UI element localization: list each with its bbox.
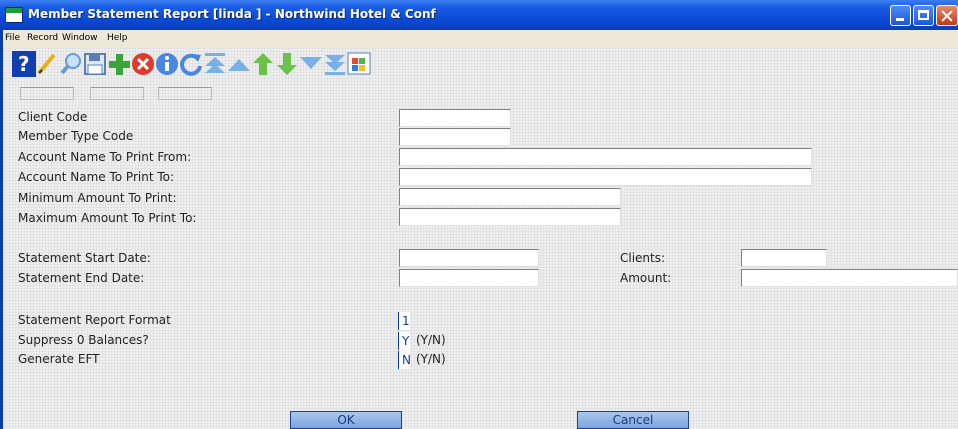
statement-start-date-label: Statement Start Date: — [18, 251, 151, 265]
member-type-code-label: Member Type Code — [18, 129, 134, 143]
generate-eft-field[interactable]: N — [398, 351, 411, 369]
maximize-button[interactable] — [913, 5, 934, 26]
account-name-to-label: Account Name To Print To: — [18, 170, 175, 184]
menu-window[interactable]: Window — [62, 33, 98, 43]
statement-end-date-label: Statement End Date: — [18, 271, 145, 285]
suppress-zero-field[interactable]: Y — [398, 332, 410, 350]
first-record-icon[interactable] — [203, 51, 227, 77]
statement-end-date-field[interactable] — [399, 269, 539, 287]
client-area: File Record Window Help ? — [0, 30, 958, 429]
account-name-from-field[interactable] — [399, 148, 812, 166]
status-box-2 — [90, 87, 144, 100]
minimize-button[interactable] — [890, 5, 911, 26]
cancel-button[interactable]: Cancel — [577, 411, 689, 429]
account-name-to-field[interactable] — [399, 168, 812, 186]
add-plus-icon[interactable] — [107, 51, 131, 77]
report-format-label: Statement Report Format — [18, 313, 171, 327]
previous-record-icon[interactable] — [227, 51, 251, 77]
title-bar[interactable]: Member Statement Report [linda ] - North… — [0, 0, 958, 30]
app-window: Member Statement Report [linda ] - North… — [0, 0, 958, 429]
save-disk-icon[interactable] — [83, 51, 107, 77]
windows-logo-icon[interactable] — [347, 51, 371, 77]
menu-record[interactable]: Record — [27, 33, 58, 43]
menu-bar: File Record Window Help — [3, 30, 958, 48]
suppress-zero-label: Suppress 0 Balances? — [18, 333, 149, 347]
max-amount-field[interactable] — [399, 208, 621, 226]
clients-field[interactable] — [741, 249, 827, 267]
client-code-label: Client Code — [18, 110, 88, 124]
app-icon — [5, 7, 23, 23]
last-record-icon[interactable] — [323, 51, 347, 77]
next-record-icon[interactable] — [299, 51, 323, 77]
info-icon[interactable] — [155, 51, 179, 77]
status-box-1 — [20, 87, 74, 100]
max-amount-label: Maximum Amount To Print To: — [18, 211, 197, 225]
suppress-zero-hint: (Y/N) — [416, 333, 446, 347]
svg-text:?: ? — [18, 52, 30, 76]
menu-file[interactable]: File — [5, 33, 20, 43]
delete-x-icon[interactable] — [131, 51, 155, 77]
client-code-field[interactable] — [399, 109, 511, 127]
min-amount-label: Minimum Amount To Print: — [18, 191, 177, 205]
refresh-icon[interactable] — [179, 51, 203, 77]
amount-label: Amount: — [620, 271, 672, 285]
min-amount-field[interactable] — [399, 188, 621, 206]
down-arrow-icon[interactable] — [275, 51, 299, 77]
amount-field[interactable] — [741, 269, 958, 287]
member-type-code-field[interactable] — [399, 128, 511, 146]
search-magnifier-icon[interactable] — [59, 51, 83, 77]
report-format-field[interactable]: 1 — [398, 312, 410, 330]
generate-eft-label: Generate EFT — [18, 352, 100, 366]
menu-help[interactable]: Help — [107, 33, 128, 43]
clients-label: Clients: — [620, 251, 666, 265]
edit-pencil-icon[interactable] — [35, 51, 59, 77]
status-box-3 — [158, 87, 212, 100]
help-icon[interactable]: ? — [12, 51, 36, 77]
close-button[interactable] — [936, 5, 958, 26]
account-name-from-label: Account Name To Print From: — [18, 150, 192, 164]
ok-button[interactable]: OK — [290, 411, 402, 429]
window-title: Member Statement Report [linda ] - North… — [28, 7, 436, 21]
generate-eft-hint: (Y/N) — [416, 352, 446, 366]
up-arrow-icon[interactable] — [251, 51, 275, 77]
statement-start-date-field[interactable] — [399, 249, 539, 267]
